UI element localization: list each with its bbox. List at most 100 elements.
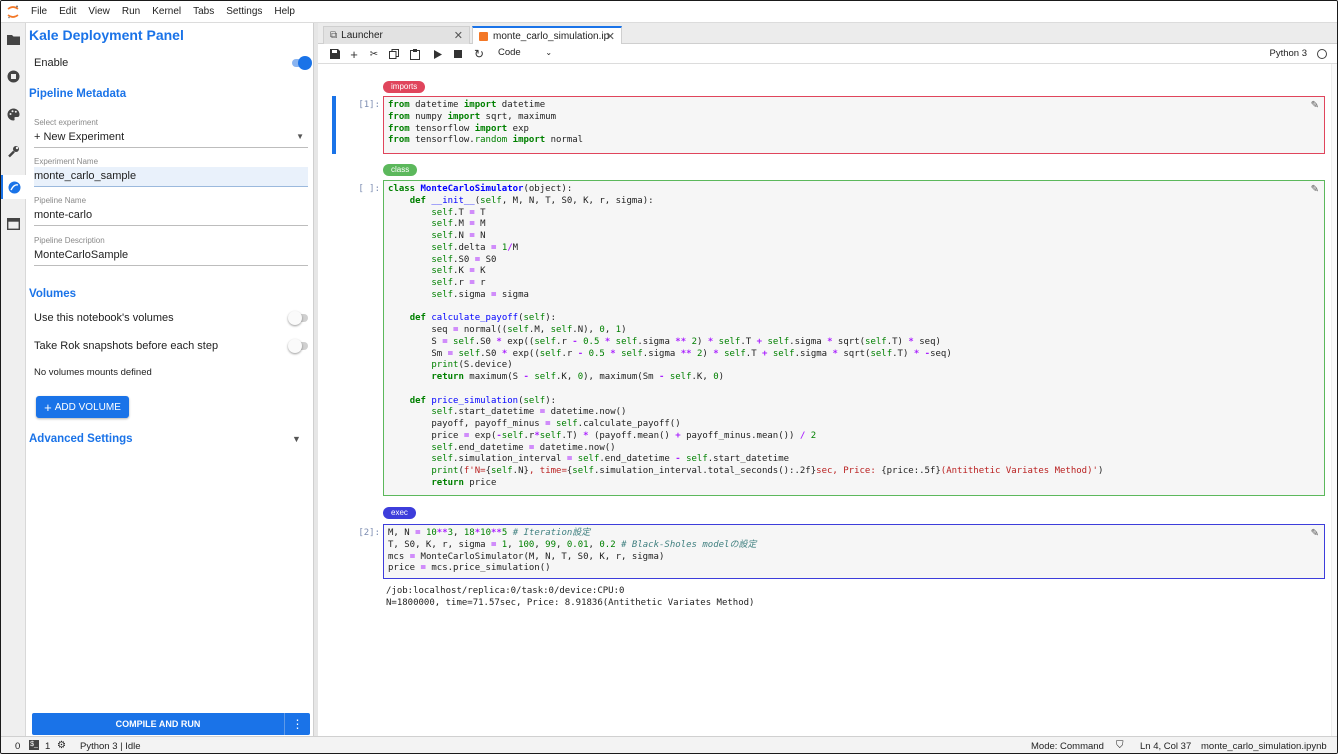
use-volumes-toggle[interactable] bbox=[288, 311, 308, 325]
tab-bar: ⧉ Launcher ✕ monte_carlo_simulation.ip ✕ bbox=[318, 23, 1337, 45]
chevron-down-icon[interactable]: ▼ bbox=[292, 434, 301, 444]
no-volumes-text: No volumes mounts defined bbox=[34, 367, 152, 378]
pipeline-name-input[interactable]: monte-carlo bbox=[34, 206, 308, 226]
enable-label: Enable bbox=[34, 57, 69, 69]
experiment-select-value[interactable]: + New Experiment ▼ bbox=[34, 128, 308, 148]
save-icon[interactable] bbox=[328, 47, 342, 61]
enable-toggle[interactable] bbox=[292, 56, 312, 70]
code-cell-class[interactable]: class MonteCarloSimulator(object): def _… bbox=[383, 180, 1325, 496]
cell-tag-class: class bbox=[383, 164, 418, 176]
launcher-icon: ⧉ bbox=[330, 30, 338, 41]
advanced-settings-heading[interactable]: Advanced Settings bbox=[29, 433, 133, 445]
add-volume-label: ADD VOLUME bbox=[54, 401, 121, 413]
kernel-name[interactable]: Python 3 bbox=[1270, 48, 1308, 59]
menubar: File Edit View Run Kernel Tabs Settings … bbox=[1, 1, 1337, 23]
kernel-status[interactable]: Python 3 | Idle bbox=[80, 741, 141, 752]
pipeline-metadata-heading: Pipeline Metadata bbox=[29, 88, 127, 100]
edit-pencil-icon[interactable]: ✎ bbox=[1311, 528, 1319, 539]
notebook-scrollbar[interactable] bbox=[1331, 64, 1337, 736]
pipeline-description-field[interactable]: Pipeline Description MonteCarloSample bbox=[34, 236, 308, 266]
copy-icon[interactable] bbox=[387, 47, 401, 61]
paste-icon[interactable] bbox=[408, 47, 422, 61]
tab-launcher[interactable]: ⧉ Launcher ✕ bbox=[323, 26, 470, 44]
panel-title: Kale Deployment Panel bbox=[29, 27, 184, 43]
rok-snapshots-label: Take Rok snapshots before each step bbox=[34, 340, 219, 352]
jupyterlab-window: File Edit View Run Kernel Tabs Settings … bbox=[0, 0, 1338, 754]
cell-type-value: Code bbox=[498, 47, 521, 58]
notebook-panel: imports [1]: from datetime import dateti… bbox=[318, 64, 1337, 736]
kernel-gear-icon: ⚙ bbox=[57, 740, 66, 751]
rok-snapshots-toggle[interactable] bbox=[288, 339, 308, 353]
kale-deployment-panel: Kale Deployment Panel Enable Pipeline Me… bbox=[26, 23, 314, 736]
add-volume-button[interactable]: + ADD VOLUME bbox=[36, 396, 129, 418]
tab-notebook[interactable]: monte_carlo_simulation.ip ✕ bbox=[472, 26, 622, 45]
experiment-select-label: Select experiment bbox=[34, 118, 99, 127]
tab-launcher-label: Launcher bbox=[341, 30, 383, 41]
kale-icon[interactable] bbox=[1, 175, 26, 199]
cell-prompt: [1]: bbox=[358, 100, 380, 110]
jupyter-logo-icon bbox=[1, 1, 25, 23]
wrench-icon[interactable] bbox=[1, 139, 26, 163]
cell-tag-imports: imports bbox=[383, 81, 426, 93]
cell-prompt: [2]: bbox=[358, 528, 380, 538]
close-icon[interactable]: ✕ bbox=[606, 30, 615, 43]
mode-indicator: Mode: Command bbox=[1031, 741, 1104, 752]
more-options-icon[interactable]: ⋮ bbox=[284, 713, 310, 735]
experiment-select-text: + New Experiment bbox=[34, 131, 125, 143]
edit-pencil-icon[interactable]: ✎ bbox=[1311, 184, 1319, 195]
toggle-knob bbox=[288, 339, 302, 353]
cell-output-line: /job:localhost/replica:0/task:0/device:C… bbox=[386, 586, 625, 596]
menu-help[interactable]: Help bbox=[268, 1, 301, 23]
notebook-icon bbox=[479, 32, 488, 41]
cell-tag-exec: exec bbox=[383, 507, 416, 519]
pipeline-description-input[interactable]: MonteCarloSample bbox=[34, 246, 308, 266]
menu-edit[interactable]: Edit bbox=[53, 1, 82, 23]
dropdown-arrow-icon: ▼ bbox=[296, 132, 304, 141]
cut-icon[interactable]: ✂ bbox=[367, 47, 381, 61]
add-cell-icon[interactable]: + bbox=[347, 47, 361, 62]
kernels-count[interactable]: 1 bbox=[45, 741, 50, 752]
menu-view[interactable]: View bbox=[82, 1, 116, 23]
terminals-count[interactable]: 0 bbox=[15, 741, 20, 752]
menu-settings[interactable]: Settings bbox=[220, 1, 268, 23]
stop-icon[interactable] bbox=[451, 47, 465, 61]
terminal-icon: $_ bbox=[29, 740, 39, 750]
edit-pencil-icon[interactable]: ✎ bbox=[1311, 100, 1319, 111]
chevron-down-icon: ⌄ bbox=[545, 48, 553, 57]
cell-type-select[interactable]: Code ⌄ bbox=[498, 47, 552, 58]
status-filename: monte_carlo_simulation.ipynb bbox=[1201, 741, 1327, 752]
tab-notebook-label: monte_carlo_simulation.ip bbox=[493, 31, 610, 42]
code-cell-exec[interactable]: M, N = 10**3, 18*10**5 # Iteration設定 T, … bbox=[383, 524, 1325, 579]
code-cell-imports[interactable]: from datetime import datetime from numpy… bbox=[383, 96, 1325, 154]
plus-icon: + bbox=[44, 399, 52, 415]
folder-icon[interactable] bbox=[1, 27, 26, 51]
compile-and-run-button[interactable]: COMPILE AND RUN ⋮ bbox=[32, 713, 310, 735]
experiment-name-field[interactable]: Experiment Name monte_carlo_sample bbox=[34, 157, 308, 187]
cursor-position[interactable]: Ln 4, Col 37 bbox=[1140, 741, 1191, 752]
pipeline-name-label: Pipeline Name bbox=[34, 196, 87, 205]
experiment-name-input[interactable]: monte_carlo_sample bbox=[34, 167, 308, 187]
left-sidebar-tabs bbox=[1, 23, 26, 736]
menu-kernel[interactable]: Kernel bbox=[146, 1, 187, 23]
pipeline-description-label: Pipeline Description bbox=[34, 236, 105, 245]
experiment-name-label: Experiment Name bbox=[34, 157, 99, 166]
restart-icon[interactable]: ↻ bbox=[472, 47, 486, 61]
menu-file[interactable]: File bbox=[25, 1, 53, 23]
menu-run[interactable]: Run bbox=[116, 1, 146, 23]
compile-and-run-label[interactable]: COMPILE AND RUN bbox=[32, 713, 284, 735]
menu-tabs[interactable]: Tabs bbox=[187, 1, 220, 23]
tabs-icon[interactable] bbox=[1, 212, 26, 236]
close-icon[interactable]: ✕ bbox=[454, 29, 463, 42]
status-bar: 0 $_ 1 ⚙ Python 3 | Idle Mode: Command ⛉… bbox=[1, 736, 1337, 753]
notebook-toolbar: + ✂ ↻ Code ⌄ Python 3 bbox=[318, 44, 1337, 64]
running-icon[interactable] bbox=[1, 64, 26, 88]
volumes-heading: Volumes bbox=[29, 288, 77, 300]
active-cell-indicator bbox=[332, 96, 336, 154]
cell-output-line: N=1800000, time=71.57sec, Price: 8.91836… bbox=[386, 598, 755, 608]
pipeline-name-field[interactable]: Pipeline Name monte-carlo bbox=[34, 196, 308, 226]
shield-icon: ⛉ bbox=[1116, 740, 1124, 751]
run-icon[interactable] bbox=[431, 47, 445, 61]
toggle-knob bbox=[288, 311, 302, 325]
palette-icon[interactable] bbox=[1, 102, 26, 126]
experiment-select[interactable]: Select experiment + New Experiment ▼ bbox=[34, 118, 308, 148]
